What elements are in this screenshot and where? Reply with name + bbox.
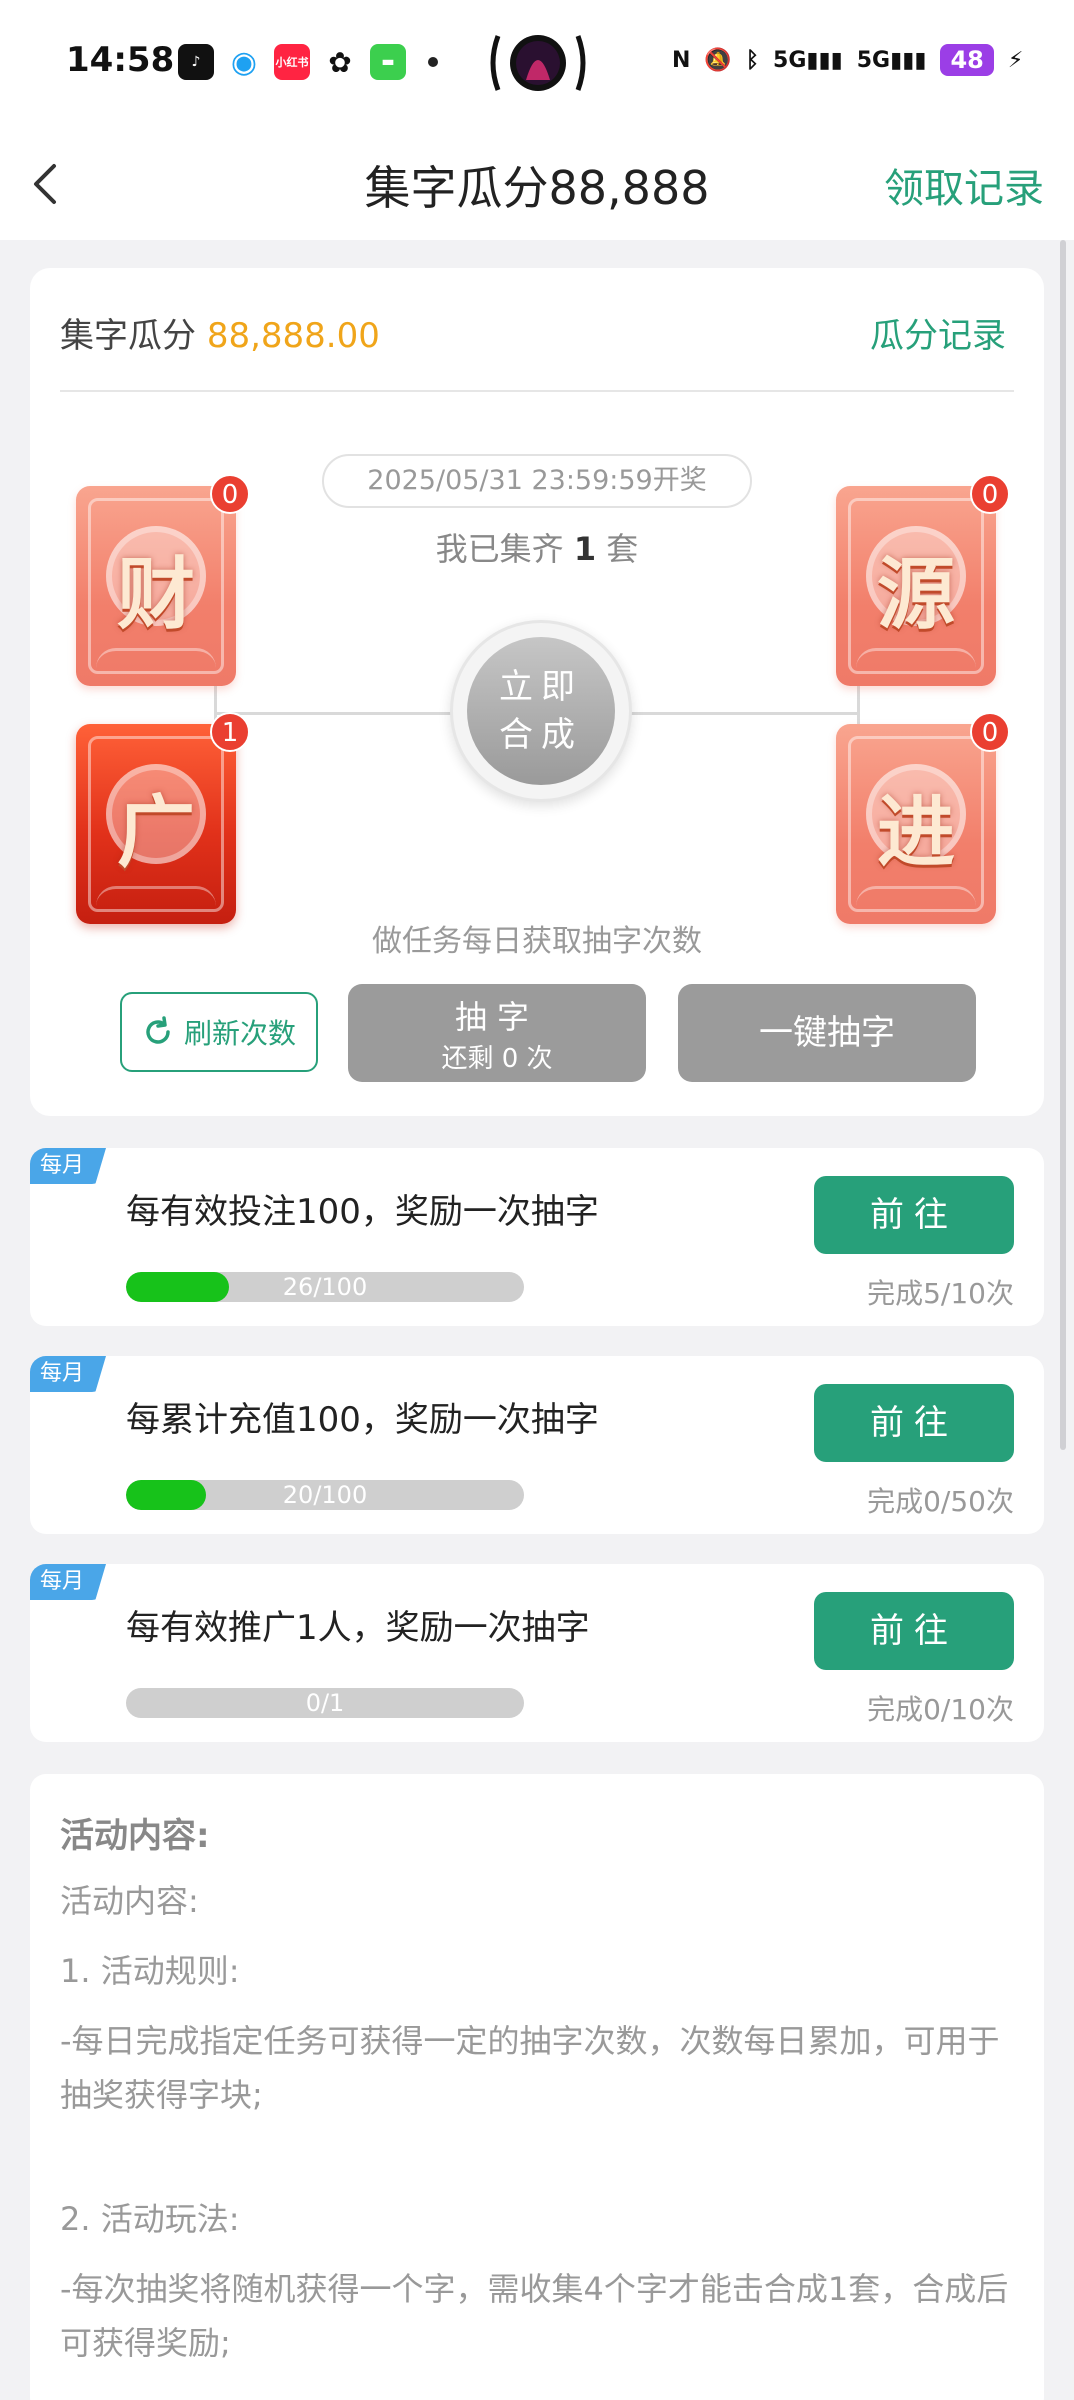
go-button[interactable]: 前往 — [814, 1176, 1014, 1254]
draw-char-label: 抽字 — [454, 997, 539, 1036]
rules-paragraph: -每日完成指定任务可获得一定的抽字次数，次数每日累加，可用于抽奖获得字块; — [60, 2022, 1000, 2114]
merge-line-1: 立即 — [499, 667, 583, 707]
notification-icons: ♪ ◉ 小红书 ✿ ▬ — [178, 44, 438, 80]
collect-card: 集字瓜分 88,888.00 瓜分记录 2025/05/31 23:59:59开… — [30, 268, 1044, 1116]
bluetooth-icon: ᛒ — [745, 47, 760, 73]
monthly-tag: 每月 — [30, 1148, 106, 1184]
activity-rules-card: 活动内容: 活动内容: 1. 活动规则: -每日完成指定任务可获得一定的抽字次数… — [30, 1774, 1044, 2400]
prize-pool: 集字瓜分 88,888.00 — [60, 308, 380, 357]
char-glyph: 广 — [116, 787, 195, 878]
divider — [60, 390, 1014, 392]
task-card: 每月 每有效推广1人，奖励一次抽字 0/1 前往 完成0/10次 — [30, 1564, 1044, 1742]
task-card: 每月 每有效投注100，奖励一次抽字 26/100 前往 完成5/10次 — [30, 1148, 1044, 1326]
progress-text: 0/1 — [305, 1689, 345, 1717]
connector-line — [630, 712, 860, 715]
draw-remaining-label: 还剩 0 次 — [441, 1043, 553, 1074]
wechat-icon: ✿ — [322, 44, 358, 80]
nav-bar: 集字瓜分88,888 领取记录 — [0, 126, 1074, 240]
char-card-guang[interactable]: 广 1 — [76, 712, 250, 924]
char-card-jin[interactable]: 进 0 — [836, 712, 1010, 924]
signal-icon-2: 5G▮▮▮ — [856, 47, 927, 73]
refresh-count-button[interactable]: 刷新次数 — [120, 992, 318, 1072]
battery-icon: 48 — [940, 44, 994, 76]
connector-line — [214, 712, 454, 715]
card-wave-pattern — [96, 886, 216, 906]
refresh-count-label: 刷新次数 — [183, 1017, 296, 1050]
tiktok-icon: ♪ — [178, 44, 214, 80]
split-records-link[interactable]: 瓜分记录 — [870, 308, 1006, 357]
draw-char-button[interactable]: 抽字 还剩 0 次 — [348, 984, 646, 1082]
signal-icon-1: 5G▮▮▮ — [773, 47, 843, 73]
claim-records-link[interactable]: 领取记录 — [884, 156, 1044, 214]
char-count-badge: 0 — [210, 474, 250, 514]
task-completion-count: 完成5/10次 — [867, 1277, 1014, 1310]
char-count-badge: 0 — [970, 712, 1010, 752]
status-time: 14:58 — [66, 40, 175, 80]
task-card: 每月 每累计充值100，奖励一次抽字 20/100 前往 完成0/50次 — [30, 1356, 1044, 1534]
network-type-1: 5G — [773, 47, 807, 73]
nfc-icon: N — [672, 47, 691, 73]
rules-heading: 活动内容: — [60, 1816, 210, 1856]
monthly-tag: 每月 — [30, 1564, 106, 1600]
char-glyph: 源 — [876, 549, 955, 640]
progress-text: 26/100 — [282, 1273, 368, 1301]
rules-paragraph: 1. 活动规则: — [60, 1952, 240, 1990]
merge-now-button[interactable]: 立即 合成 — [467, 637, 615, 785]
task-title: 每有效投注100，奖励一次抽字 — [126, 1192, 599, 1232]
monthly-tag: 每月 — [30, 1356, 106, 1392]
task-title: 每有效推广1人，奖励一次抽字 — [126, 1608, 590, 1648]
task-hint: 做任务每日获取抽字次数 — [372, 924, 702, 959]
more-notifications-icon — [428, 57, 438, 67]
task-title: 每累计充值100，奖励一次抽字 — [126, 1400, 599, 1440]
prize-pool-amount: 88,888.00 — [206, 316, 380, 356]
char-glyph: 进 — [876, 787, 955, 878]
char-card-yuan[interactable]: 源 0 — [836, 474, 1010, 686]
status-bar: 14:58 ♪ ◉ 小红书 ✿ ▬ N 🔕 ᛒ 5G▮▮▮ 5G▮▮▮ 48 ⚡ — [0, 0, 1074, 126]
task-completion-count: 完成0/50次 — [867, 1485, 1014, 1518]
charging-icon: ⚡ — [1007, 47, 1024, 73]
mute-icon: 🔕 — [704, 47, 732, 73]
draw-date-pill: 2025/05/31 23:59:59开奖 — [322, 454, 752, 508]
merge-button-ring: 立即 合成 — [450, 620, 632, 802]
rules-paragraph: 2. 活动玩法: — [60, 2200, 240, 2238]
system-status-icons: N 🔕 ᛒ 5G▮▮▮ 5G▮▮▮ 48 ⚡ — [672, 44, 1023, 76]
go-button[interactable]: 前往 — [814, 1592, 1014, 1670]
char-count-badge: 0 — [970, 474, 1010, 514]
refresh-icon — [146, 1016, 170, 1044]
prize-pool-label: 集字瓜分 — [60, 316, 196, 356]
task-progress-bar: 26/100 — [126, 1272, 524, 1302]
screen-record-avatar-icon — [490, 35, 586, 91]
card-wave-pattern — [96, 648, 216, 668]
task-progress-bar: 20/100 — [126, 1480, 524, 1510]
card-wave-pattern — [856, 648, 976, 668]
message-icon: ▬ — [370, 44, 406, 80]
task-completion-count: 完成0/10次 — [867, 1693, 1014, 1726]
one-key-draw-button[interactable]: 一键抽字 — [678, 984, 976, 1082]
task-progress-bar: 0/1 — [126, 1688, 524, 1718]
rules-paragraph: -每次抽奖将随机获得一个字，需收集4个字才能击合成1套，合成后可获得奖励; — [60, 2270, 1009, 2362]
merge-line-2: 合成 — [499, 715, 583, 755]
card-wave-pattern — [856, 886, 976, 906]
xiaohongshu-icon: 小红书 — [274, 44, 310, 80]
go-button[interactable]: 前往 — [814, 1384, 1014, 1462]
collected-prefix: 我已集齐 — [435, 530, 564, 568]
qq-icon: ◉ — [226, 44, 262, 80]
collected-count: 1 — [573, 530, 597, 568]
scrollbar[interactable] — [1060, 240, 1066, 1450]
char-card-cai[interactable]: 财 0 — [76, 474, 250, 686]
char-count-badge: 1 — [210, 712, 250, 752]
rules-paragraph: 活动内容: — [60, 1882, 199, 1920]
char-glyph: 财 — [116, 549, 195, 640]
rules-body: 活动内容: 1. 活动规则: -每日完成指定任务可获得一定的抽字次数，次数每日累… — [60, 1874, 1020, 2386]
network-type-2: 5G — [856, 47, 891, 73]
collected-suffix: 套 — [606, 530, 639, 568]
progress-text: 20/100 — [282, 1481, 368, 1509]
